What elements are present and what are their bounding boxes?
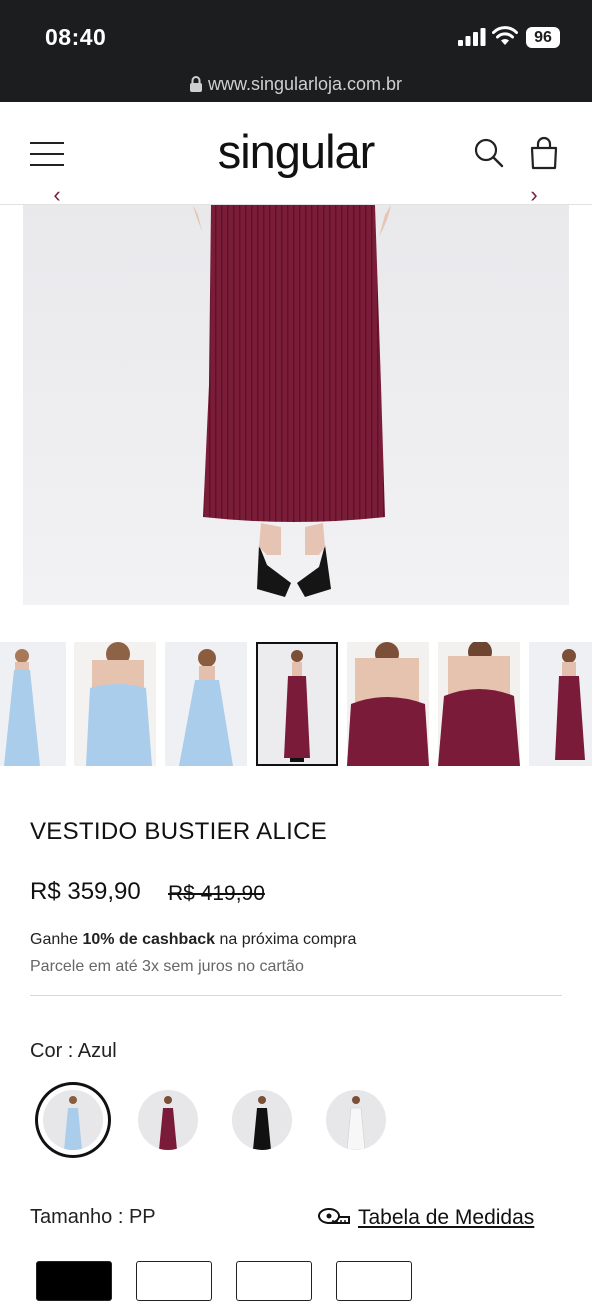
cashback-suffix: na próxima compra <box>215 931 357 948</box>
gallery-prev-arrow[interactable]: ‹ <box>47 184 67 206</box>
shopping-bag-icon[interactable] <box>528 136 560 170</box>
site-header: singular <box>0 102 592 205</box>
cashback-info: Ganhe 10% de cashback na próxima compra <box>30 931 356 949</box>
size-chart-link[interactable]: Tabela de Medidas <box>318 1206 534 1230</box>
cashback-highlight: 10% de cashback <box>82 931 216 948</box>
thumbnail-strip <box>0 642 592 766</box>
size-option[interactable] <box>136 1261 212 1301</box>
color-swatch-preto[interactable] <box>232 1090 292 1150</box>
cellular-signal-icon <box>458 28 486 46</box>
size-option[interactable] <box>336 1261 412 1301</box>
measuring-tape-icon <box>318 1208 350 1224</box>
status-time: 08:40 <box>45 24 107 50</box>
color-swatch-branco[interactable] <box>326 1090 386 1150</box>
thumbnail-burgundy-detail[interactable] <box>438 642 520 766</box>
size-option-selected[interactable] <box>36 1261 112 1301</box>
thumbnail-burgundy-full[interactable] <box>256 642 338 766</box>
thumbnail-blue-back[interactable] <box>0 642 66 766</box>
current-price: R$ 359,90 <box>30 878 141 905</box>
color-swatch-azul[interactable] <box>43 1090 103 1150</box>
thumbnail-blue-front[interactable] <box>165 642 247 766</box>
thumbnail-blue-bodice[interactable] <box>74 642 156 766</box>
status-bar: 08:40 96 www.singularloja.com.br <box>0 0 592 102</box>
battery-indicator: 96 <box>526 27 560 48</box>
lock-icon <box>189 76 202 92</box>
color-label: Cor : Azul <box>30 1040 117 1062</box>
url-text: www.singularloja.com.br <box>207 74 403 94</box>
thumbnail-burgundy-bodice[interactable] <box>347 642 429 766</box>
wifi-icon <box>492 26 518 45</box>
size-option[interactable] <box>236 1261 312 1301</box>
installments-info: Parcele em até 3x sem juros no cartão <box>30 958 304 975</box>
size-chart-link-text: Tabela de Medidas <box>358 1206 535 1229</box>
old-price: R$ 419,90 <box>168 882 265 905</box>
product-main-image[interactable] <box>23 205 569 605</box>
thumbnail-burgundy-back[interactable] <box>529 642 592 766</box>
cashback-prefix: Ganhe <box>30 931 83 948</box>
size-label: Tamanho : PP <box>30 1206 156 1228</box>
gallery-next-arrow[interactable]: › <box>524 184 544 206</box>
address-bar[interactable]: www.singularloja.com.br <box>0 74 592 95</box>
product-title: VESTIDO BUSTIER ALICE <box>30 818 328 845</box>
search-icon[interactable] <box>474 138 504 168</box>
divider <box>30 995 562 996</box>
color-swatch-vinho[interactable] <box>138 1090 198 1150</box>
